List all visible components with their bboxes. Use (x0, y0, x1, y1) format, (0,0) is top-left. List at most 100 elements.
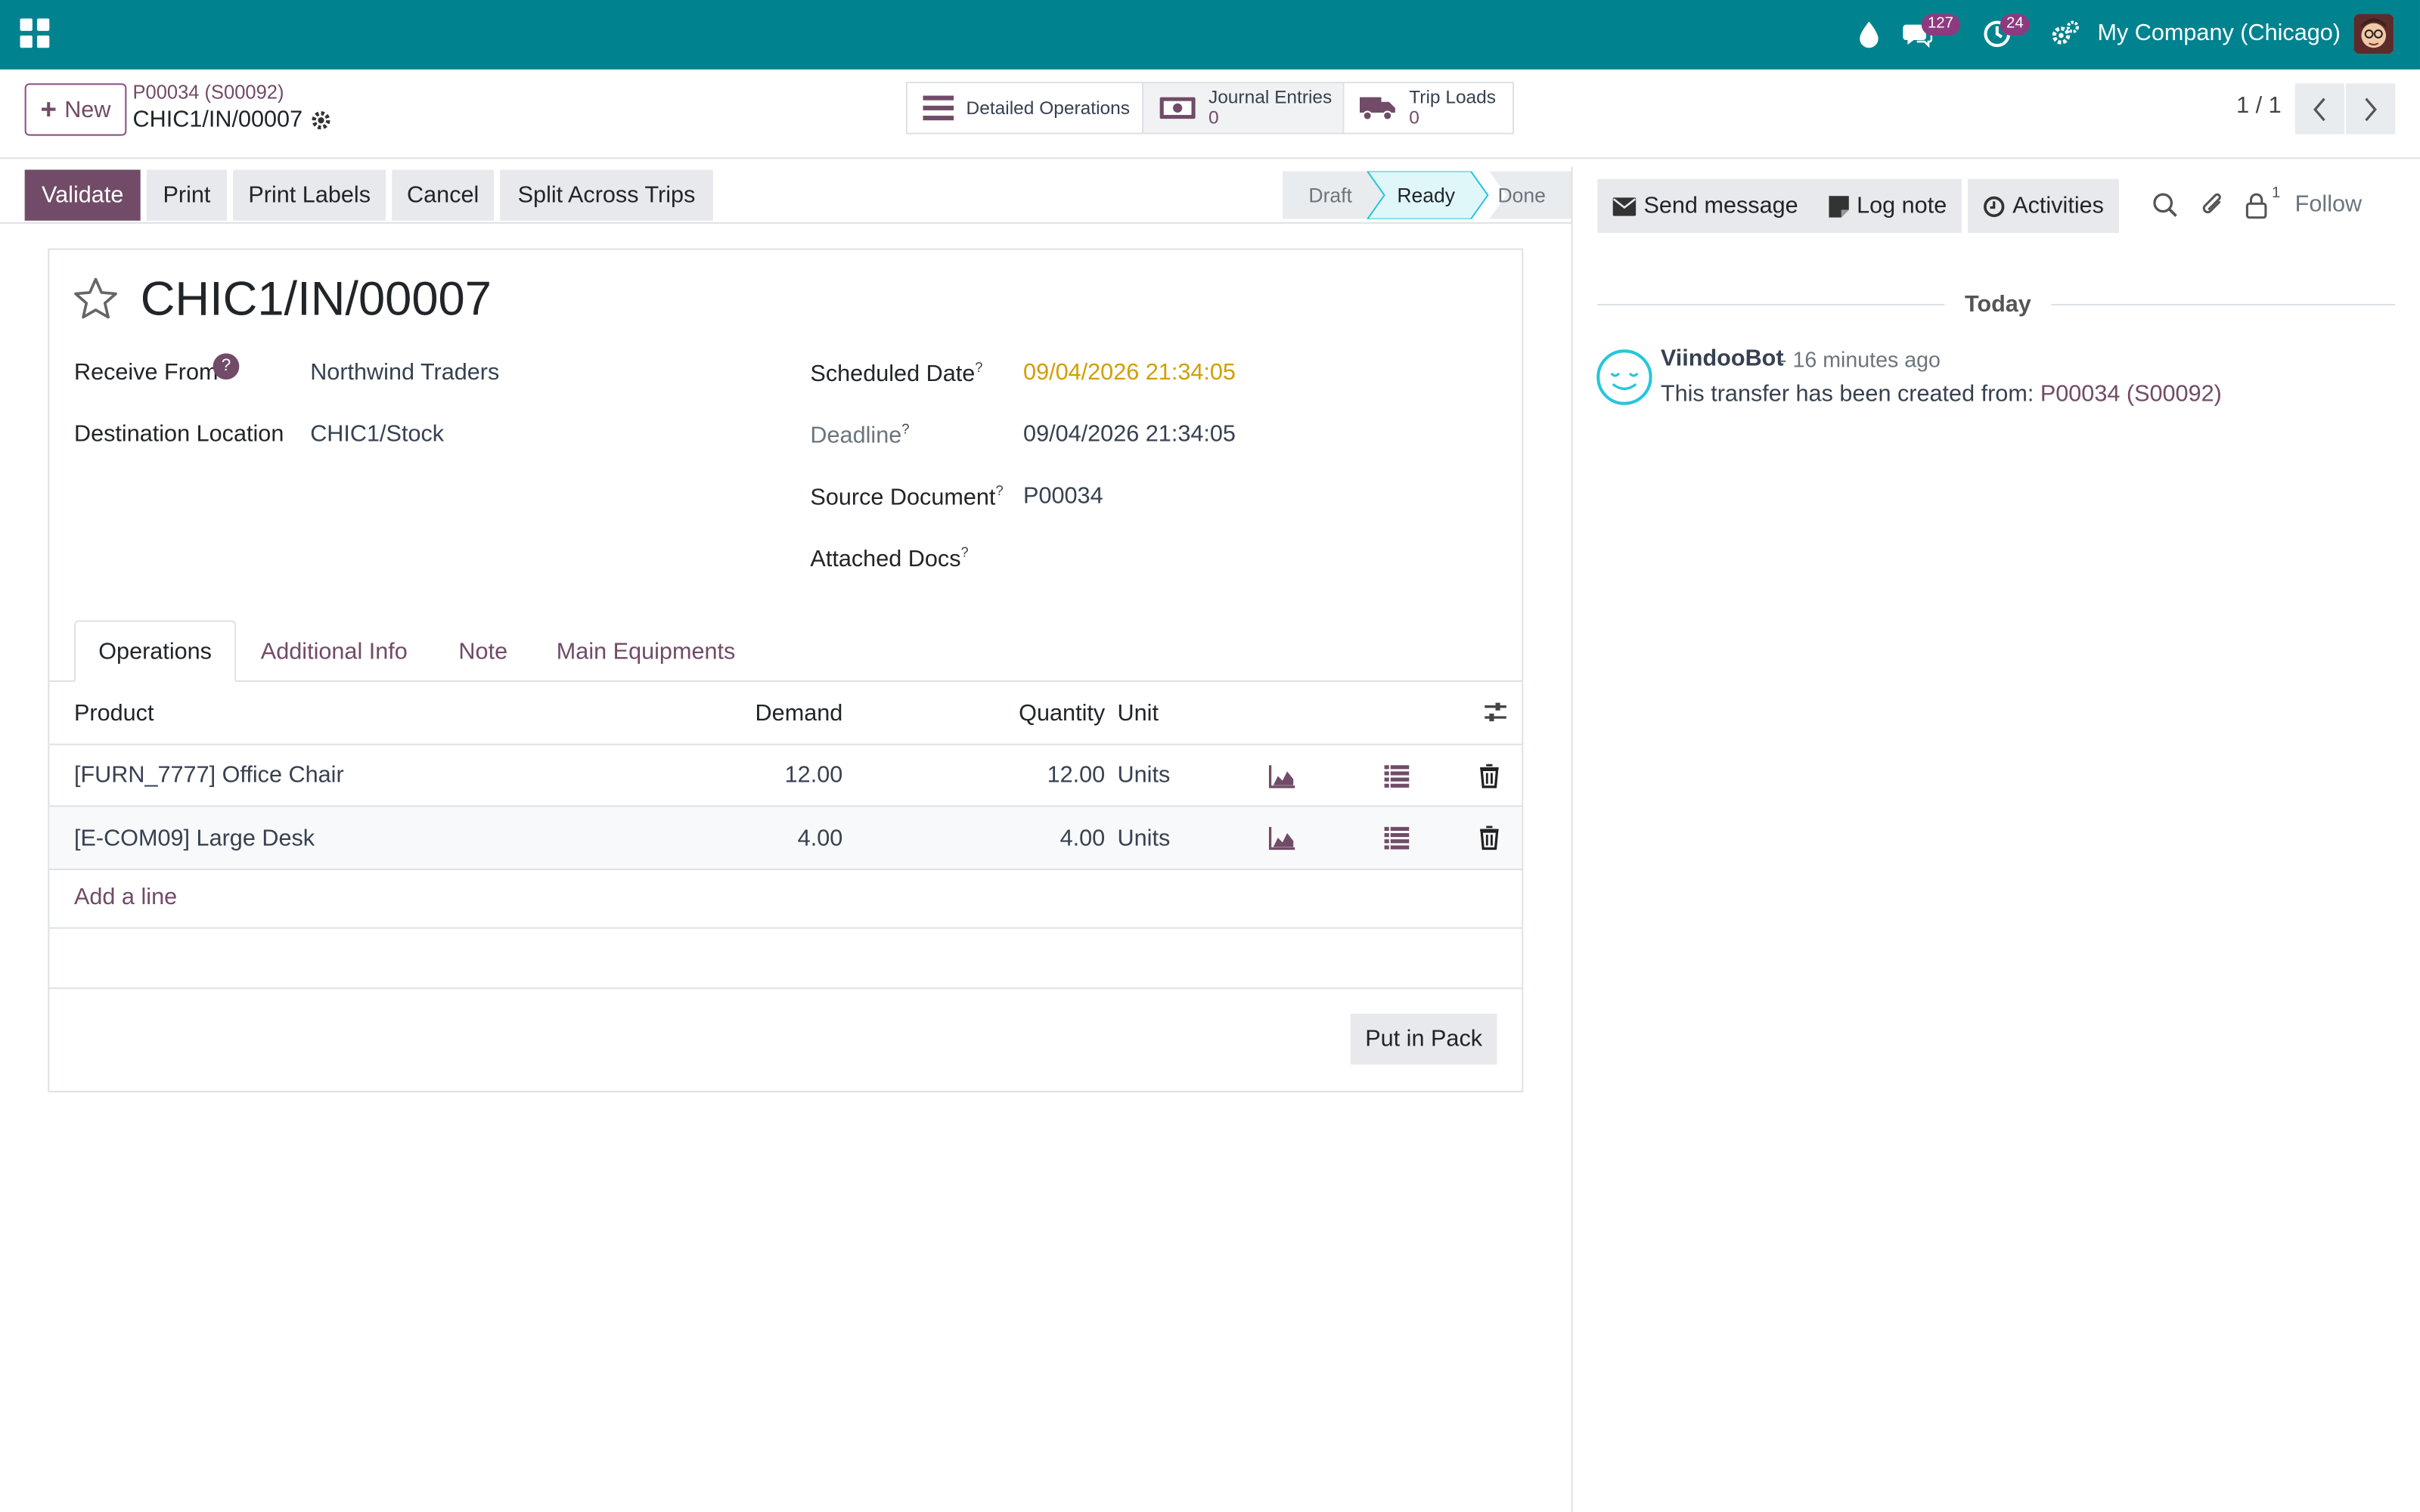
message-body: This transfer has been created from: P00… (1661, 381, 2222, 407)
followers-count: 1 (2272, 184, 2281, 203)
source-document-label: Source Document? (810, 483, 1003, 511)
company-switcher[interactable]: My Company (Chicago) (2097, 20, 2341, 47)
search-icon[interactable] (2152, 191, 2180, 219)
tab-main-equipments[interactable]: Main Equipments (540, 620, 752, 682)
control-panel: + New P00034 (S00092) CHIC1/IN/00007 Deta… (0, 70, 2420, 160)
tooltip-mark[interactable]: ? (995, 483, 1003, 498)
table-header: Product Demand Quantity Unit (49, 682, 1522, 745)
paperclip-icon[interactable] (2199, 191, 2227, 219)
message-source-link[interactable]: P00034 (S00092) (2040, 381, 2222, 407)
stage-done[interactable]: Done (1483, 172, 1560, 219)
follow-button[interactable]: Follow (2295, 191, 2362, 218)
print-button[interactable]: Print (146, 169, 227, 221)
product-cell[interactable]: [FURN_7777] Office Chair (74, 745, 344, 806)
detailed-operations-button[interactable]: Detailed Operations (905, 82, 1144, 135)
chevron-left-icon (2313, 97, 2325, 121)
receive-from-field[interactable]: Northwind Traders (310, 360, 499, 386)
message-author[interactable]: ViindooBot (1661, 345, 1784, 372)
add-line-row (49, 870, 1522, 929)
log-note-label: Log note (1857, 193, 1947, 219)
print-labels-button[interactable]: Print Labels (233, 169, 386, 221)
log-note-button[interactable]: Log note (1813, 178, 1962, 234)
demand-cell[interactable]: 12.00 (667, 745, 843, 806)
table-footer-row (49, 929, 1522, 990)
note-icon (1829, 195, 1849, 217)
lock-icon[interactable] (2242, 191, 2270, 219)
activities-badge: 24 (2000, 14, 2030, 36)
forecast-chart-icon[interactable] (1268, 824, 1297, 852)
attached-docs-label: Attached Docs? (810, 544, 968, 572)
apps-menu-icon[interactable] (20, 18, 50, 48)
gear-icon[interactable] (310, 110, 332, 132)
unit-cell[interactable]: Units (1118, 807, 1171, 869)
user-avatar[interactable] (2353, 14, 2394, 54)
column-demand[interactable]: Demand (667, 682, 843, 744)
table-row[interactable]: [E-COM09] Large Desk 4.00 4.00 Units (49, 807, 1522, 871)
detailed-list-icon[interactable] (1383, 762, 1411, 790)
column-product[interactable]: Product (74, 682, 154, 744)
product-cell[interactable]: [E-COM09] Large Desk (74, 807, 315, 869)
quantity-cell[interactable]: 12.00 (914, 745, 1106, 806)
breadcrumb-parent[interactable]: P00034 (S00092) (133, 82, 284, 104)
detailed-list-icon[interactable] (1383, 824, 1411, 852)
column-unit[interactable]: Unit (1118, 682, 1159, 744)
destination-location-field[interactable]: CHIC1/Stock (310, 421, 444, 448)
tooltip-mark[interactable]: ? (975, 360, 982, 375)
quantity-cell[interactable]: 4.00 (914, 807, 1106, 869)
form-statusbar: Validate Print Print Labels Cancel Split… (0, 166, 1571, 224)
pager-previous-button[interactable] (2294, 83, 2344, 135)
split-across-trips-button[interactable]: Split Across Trips (500, 169, 713, 221)
record-title: CHIC1/IN/00007 (140, 271, 492, 326)
stage-draft[interactable]: Draft (1283, 172, 1379, 219)
tab-additional-info[interactable]: Additional Info (236, 620, 432, 682)
settings-icon[interactable] (2049, 18, 2080, 49)
tab-operations[interactable]: Operations (73, 620, 237, 683)
tab-note[interactable]: Note (436, 620, 532, 682)
put-in-pack-button[interactable]: Put in Pack (1350, 1013, 1497, 1065)
star-icon[interactable] (73, 276, 119, 322)
truck-icon (1359, 97, 1395, 121)
source-document-field[interactable]: P00034 (1023, 483, 1103, 510)
send-message-button[interactable]: Send message (1597, 178, 1814, 234)
scheduled-date-field[interactable]: 09/04/2026 21:34:05 (1023, 360, 1236, 386)
journal-entries-button[interactable]: Journal Entries 0 (1142, 82, 1345, 135)
form-sheet: CHIC1/IN/00007 Receive From ? Northwind … (48, 248, 1524, 1092)
activities-button[interactable]: Activities (1968, 178, 2120, 234)
trash-icon[interactable] (1475, 762, 1503, 790)
deadline-label-text: Deadline (810, 423, 902, 449)
new-button-label: New (64, 96, 111, 123)
message-date: - 16 minutes ago (1779, 347, 1941, 372)
trash-icon[interactable] (1475, 824, 1503, 852)
destination-location-label: Destination Location (73, 421, 284, 448)
unit-cell[interactable]: Units (1118, 745, 1171, 806)
pager-value[interactable]: 1 / 1 (2236, 92, 2282, 119)
date-separator: Today (1944, 291, 2052, 318)
tooltip-mark[interactable]: ? (961, 544, 969, 559)
deadline-label: Deadline? (810, 421, 909, 449)
tooltip-mark[interactable]: ? (901, 421, 909, 436)
water-drop-icon[interactable] (1854, 18, 1885, 49)
forecast-chart-icon[interactable] (1268, 762, 1297, 790)
scheduled-date-label: Scheduled Date? (810, 360, 982, 388)
envelope-icon (1612, 197, 1637, 215)
demand-cell[interactable]: 4.00 (667, 807, 843, 869)
chevron-right-icon (2365, 97, 2377, 121)
validate-button[interactable]: Validate (24, 169, 141, 221)
journal-entries-label: Journal Entries (1208, 86, 1333, 108)
column-quantity[interactable]: Quantity (914, 682, 1105, 744)
trip-loads-label: Trip Loads (1409, 86, 1497, 108)
cancel-button[interactable]: Cancel (392, 169, 495, 221)
send-message-label: Send message (1643, 193, 1798, 219)
trip-loads-button[interactable]: Trip Loads 0 (1342, 82, 1515, 135)
optional-columns-icon[interactable] (1481, 699, 1509, 727)
pager-next-button[interactable] (2346, 83, 2396, 135)
help-icon[interactable]: ? (213, 353, 240, 380)
detailed-operations-label: Detailed Operations (966, 97, 1130, 119)
bot-avatar-icon (1596, 349, 1652, 405)
trip-loads-count: 0 (1409, 106, 1419, 129)
new-button[interactable]: + New (24, 83, 127, 136)
deadline-field[interactable]: 09/04/2026 21:34:05 (1023, 421, 1236, 448)
journal-entries-count: 0 (1208, 106, 1219, 129)
table-row[interactable]: [FURN_7777] Office Chair 12.00 12.00 Uni… (49, 745, 1522, 807)
stage-ready[interactable]: Ready (1378, 172, 1474, 219)
